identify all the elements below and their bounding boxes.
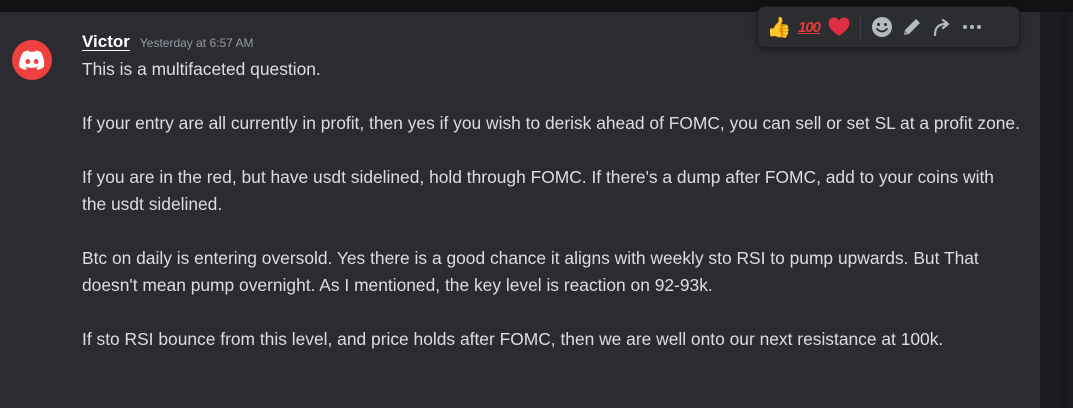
message-timestamp[interactable]: Yesterday at 6:57 AM — [140, 36, 254, 50]
message-paragraph: If you are in the red, but have usdt sid… — [82, 167, 994, 214]
heart-reaction-button[interactable] — [824, 11, 854, 43]
add-reaction-icon — [872, 17, 892, 37]
avatar[interactable] — [12, 40, 52, 80]
message-row[interactable]: Victor Yesterday at 6:57 AM This is a mu… — [0, 6, 1040, 408]
message-paragraph: If sto RSI bounce from this level, and p… — [82, 329, 944, 349]
message-content: This is a multifaceted question. If your… — [82, 56, 1022, 353]
scrollbar-track[interactable] — [1061, 12, 1069, 408]
add-reaction-button[interactable] — [867, 11, 897, 43]
message-paragraph: Btc on daily is entering oversold. Yes t… — [82, 248, 979, 295]
edit-pencil-icon — [904, 19, 920, 35]
more-options-icon — [963, 25, 981, 29]
message-paragraph: If your entry are all currently in profi… — [82, 113, 1020, 133]
red-heart-icon — [828, 17, 850, 36]
message-actions-toolbar: 👍 100 — [757, 6, 1020, 48]
author-name[interactable]: Victor — [82, 32, 130, 52]
hundred-reaction-button[interactable]: 100 — [794, 11, 824, 43]
message-header: Victor Yesterday at 6:57 AM — [82, 32, 254, 54]
edit-message-button[interactable] — [897, 11, 927, 43]
discord-logo-icon — [19, 50, 45, 70]
thumbs-up-reaction-button[interactable]: 👍 — [764, 11, 794, 43]
forward-arrow-icon — [933, 18, 950, 37]
forward-message-button[interactable] — [927, 11, 957, 43]
message-paragraph: This is a multifaceted question. — [82, 59, 321, 79]
thumbs-up-icon: 👍 — [766, 16, 792, 39]
toolbar-divider — [860, 15, 861, 39]
hundred-points-icon: 100 — [797, 18, 821, 36]
more-options-button[interactable] — [957, 11, 987, 43]
